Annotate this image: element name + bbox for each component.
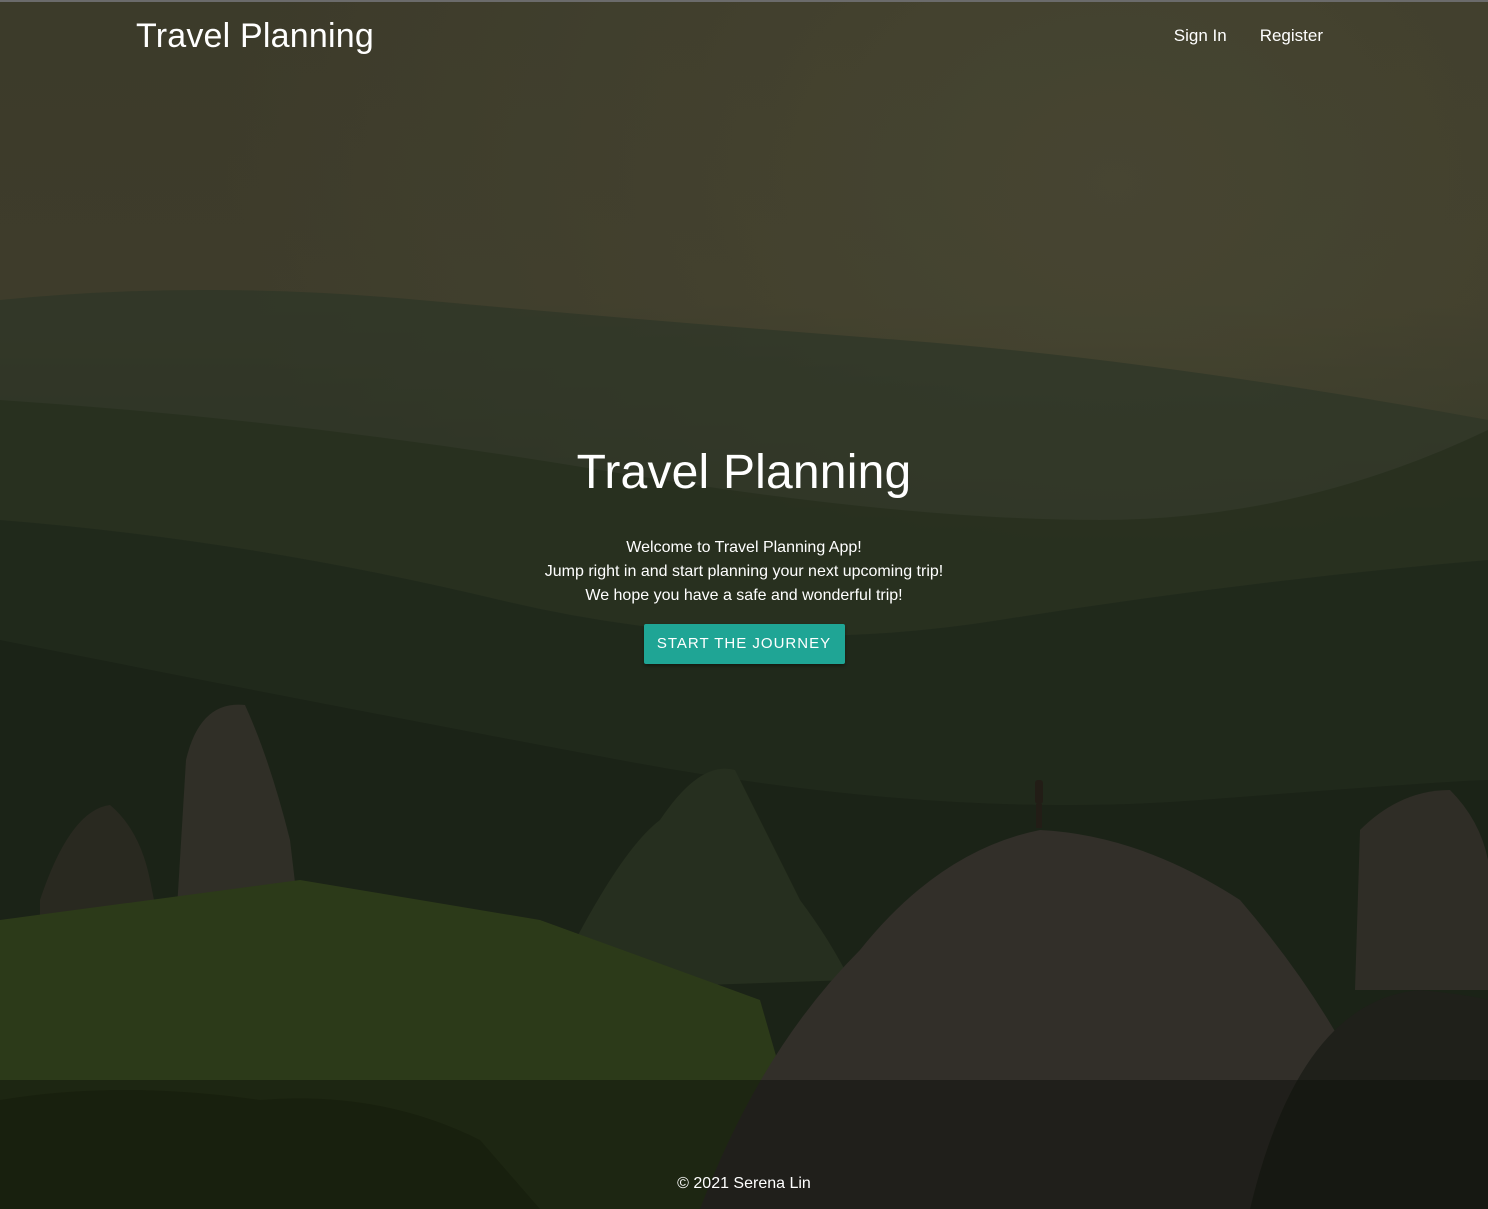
register-link[interactable]: Register bbox=[1260, 22, 1323, 50]
hero-section: Travel Planning Welcome to Travel Planni… bbox=[0, 440, 1488, 664]
footer-copyright: © 2021 Serena Lin bbox=[677, 1175, 811, 1192]
nav-links: Sign In Register bbox=[1174, 22, 1323, 50]
landing-page: Travel Planning Sign In Register Travel … bbox=[0, 0, 1488, 1209]
hero-description: Welcome to Travel Planning App! Jump rig… bbox=[0, 536, 1488, 608]
hero-line-safe-trip: We hope you have a safe and wonderful tr… bbox=[585, 587, 903, 604]
hero-line-welcome: Welcome to Travel Planning App! bbox=[626, 539, 862, 556]
hero-title: Travel Planning bbox=[576, 446, 912, 499]
brand-logo-link[interactable]: Travel Planning bbox=[136, 14, 374, 58]
start-journey-button[interactable]: Start the Journey bbox=[643, 624, 845, 664]
navbar: Travel Planning Sign In Register bbox=[0, 0, 1488, 72]
sign-in-link[interactable]: Sign In bbox=[1174, 22, 1227, 50]
hero-line-jump-in: Jump right in and start planning your ne… bbox=[544, 563, 944, 580]
